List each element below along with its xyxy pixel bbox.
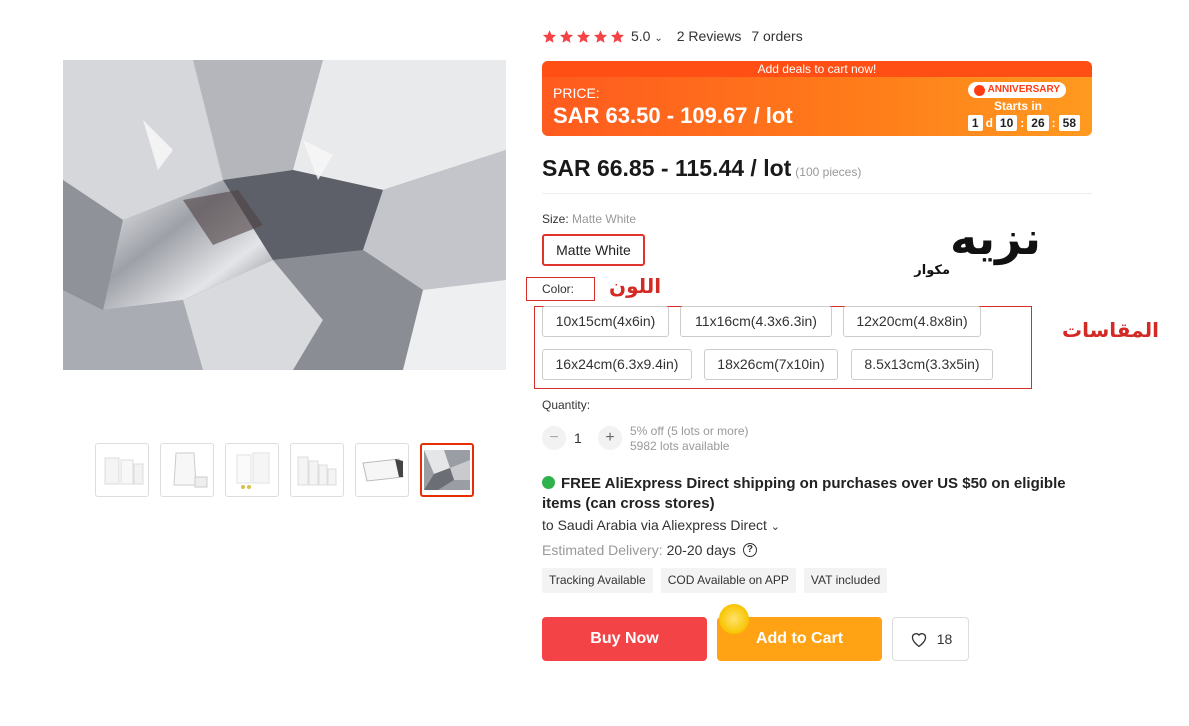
thumbnail-2[interactable] [160, 443, 214, 497]
countdown-hours: 10 [995, 115, 1018, 131]
quantity-decrease-button[interactable]: − [542, 426, 566, 450]
product-price: SAR 66.85 - 115.44 / lot (100 pieces) [542, 155, 862, 181]
orders-count: 7 orders [751, 28, 803, 44]
star-icon [576, 29, 591, 43]
tag-tracking: Tracking Available [542, 568, 653, 593]
star-icon [542, 29, 557, 43]
service-tags: Tracking Available COD Available on APP … [542, 568, 888, 593]
thumbnail-strip [95, 443, 474, 497]
delivery-days: 20-20 days [666, 542, 736, 558]
thumbnail-6-selected[interactable] [420, 443, 474, 497]
countdown-minutes: 26 [1027, 115, 1049, 131]
buy-now-button[interactable]: Buy Now [542, 617, 707, 661]
thumbnail-1[interactable] [95, 443, 149, 497]
shipping-truck-icon [542, 476, 555, 489]
divider [542, 193, 1092, 194]
size-selected-value: Matte White [572, 212, 637, 226]
quantity-label: Quantity: [542, 398, 591, 412]
countdown-days: 1 [967, 115, 983, 131]
annotation-sizes: المقاسات [1062, 320, 1159, 342]
option-18x26cm[interactable]: 18x26cm(7x10in) [704, 349, 838, 380]
thumbnail-4[interactable] [290, 443, 344, 497]
heart-icon [911, 633, 926, 648]
option-12x20cm[interactable]: 12x20cm(4.8x8in) [843, 306, 981, 337]
rating-stars [542, 29, 625, 44]
size-label: Size: Matte White [542, 212, 637, 226]
chevron-down-icon: ⌄ [654, 33, 663, 44]
help-icon[interactable]: ? [742, 543, 757, 557]
shipping-headline: FREE AliExpress Direct shipping on purch… [542, 475, 1066, 512]
starts-in-label: Starts in [993, 99, 1042, 113]
rating-row: 5.0 ⌄ 2 Reviews 7 orders [542, 28, 803, 44]
bulk-discount-note: 5% off (5 lots or more) [630, 424, 749, 438]
color-label: Color: [526, 277, 595, 301]
countdown-timer: 1 d 10 : 26 : 58 [967, 115, 1080, 131]
coin-sparkle-icon [719, 604, 749, 634]
shipping-destination[interactable]: to Saudi Arabia via Aliexpress Direct ⌄ [542, 517, 780, 533]
promo-banner-headline: Add deals to cart now! [542, 61, 1092, 77]
anniversary-logo-icon [973, 84, 985, 96]
size-option-matte-white[interactable]: Matte White [542, 234, 645, 266]
annotation-color: اللون [609, 276, 662, 298]
option-16x24cm[interactable]: 16x24cm(6.3x9.4in) [542, 349, 692, 380]
option-10x15cm[interactable]: 10x15cm(4x6in) [542, 306, 669, 337]
star-icon [559, 29, 574, 43]
thumbnail-3[interactable] [225, 443, 279, 497]
chevron-down-icon: ⌄ [770, 521, 780, 533]
star-icon [593, 29, 608, 43]
option-11x16cm[interactable]: 11x16cm(4.3x6.3in) [680, 306, 832, 337]
countdown-days-label: d [985, 116, 993, 130]
rating-score[interactable]: 5.0 ⌄ [631, 28, 663, 44]
countdown-seconds: 58 [1058, 115, 1080, 131]
promo-banner[interactable]: Add deals to cart now! PRICE: SAR 63.50 … [542, 61, 1092, 136]
tag-vat: VAT included [803, 568, 888, 593]
star-icon [610, 29, 625, 43]
anniversary-badge: ANNIVERSARY [967, 82, 1066, 98]
estimated-delivery: Estimated Delivery: 20-20 days ? [542, 542, 757, 558]
promo-price: SAR 63.50 - 109.67 / lot [553, 103, 793, 128]
foil-texture [63, 60, 506, 370]
thumbnail-5[interactable] [355, 443, 409, 497]
quantity-info: 5% off (5 lots or more) 5982 lots availa… [630, 424, 749, 454]
quantity-increase-button[interactable]: + [598, 426, 622, 450]
lots-available: 5982 lots available [630, 439, 730, 453]
brand-logo-main: نزيه [950, 211, 1041, 265]
reviews-link[interactable]: 2 Reviews [677, 28, 742, 44]
brand-logo: نزيه مكوار [898, 208, 1044, 278]
quantity-value[interactable]: 1 [574, 430, 582, 446]
wishlist-count: 18 [936, 631, 953, 647]
tag-cod: COD Available on APP [660, 568, 796, 593]
option-8.5x13cm[interactable]: 8.5x13cm(3.3x5in) [851, 349, 993, 380]
brand-logo-sub: مكوار [913, 263, 950, 278]
product-main-image[interactable] [63, 60, 506, 370]
promo-price-label: PRICE: [553, 85, 600, 101]
wishlist-button[interactable]: 18 [892, 617, 969, 661]
pieces-note: (100 pieces) [795, 165, 862, 179]
